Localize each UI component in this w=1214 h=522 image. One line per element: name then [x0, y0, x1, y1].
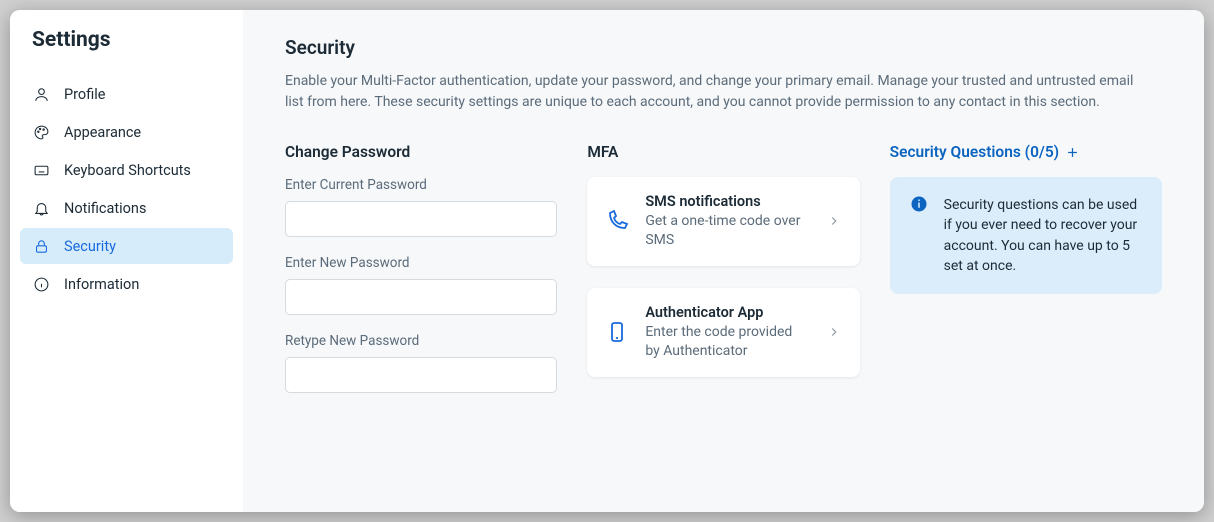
- bell-icon: [32, 199, 50, 217]
- phone-icon: [605, 209, 629, 233]
- sidebar-item-label: Security: [64, 238, 116, 255]
- mfa-auth-title: Authenticator App: [645, 304, 809, 321]
- sidebar-item-label: Appearance: [64, 124, 141, 141]
- mfa-column: MFA SMS notifications Get a one-time cod…: [587, 143, 859, 411]
- chevron-right-icon: [826, 324, 842, 340]
- sidebar-item-label: Information: [64, 276, 139, 293]
- new-password-group: Enter New Password: [285, 255, 557, 315]
- info-icon: [32, 275, 50, 293]
- security-questions-info-text: Security questions can be used if you ev…: [944, 195, 1142, 276]
- info-circle-icon: [910, 195, 928, 213]
- new-password-input[interactable]: [285, 279, 557, 315]
- sidebar-item-label: Profile: [64, 86, 105, 103]
- mfa-sms-title: SMS notifications: [645, 193, 809, 210]
- current-password-label: Enter Current Password: [285, 177, 557, 193]
- security-questions-heading-text: Security Questions (0/5): [890, 143, 1059, 161]
- sidebar-list: Profile Appearance Keyboard Shortcuts No…: [20, 76, 233, 302]
- mfa-authenticator-card[interactable]: Authenticator App Enter the code provide…: [587, 288, 859, 377]
- lock-icon: [32, 237, 50, 255]
- retype-password-input[interactable]: [285, 357, 557, 393]
- change-password-heading: Change Password: [285, 143, 557, 161]
- smartphone-icon: [605, 320, 629, 344]
- sidebar-item-keyboard[interactable]: Keyboard Shortcuts: [20, 152, 233, 188]
- security-questions-column: Security Questions (0/5) Security questi…: [890, 143, 1162, 411]
- mfa-auth-body: Authenticator App Enter the code provide…: [645, 304, 809, 361]
- security-questions-info: Security questions can be used if you ev…: [890, 177, 1162, 294]
- current-password-input[interactable]: [285, 201, 557, 237]
- page-description: Enable your Multi-Factor authentication,…: [285, 71, 1155, 113]
- sidebar-item-label: Keyboard Shortcuts: [64, 162, 191, 179]
- user-icon: [32, 85, 50, 103]
- mfa-sms-card[interactable]: SMS notifications Get a one-time code ov…: [587, 177, 859, 266]
- keyboard-icon: [32, 161, 50, 179]
- content-columns: Change Password Enter Current Password E…: [285, 143, 1162, 411]
- palette-icon: [32, 123, 50, 141]
- retype-password-label: Retype New Password: [285, 333, 557, 349]
- page-title: Security: [285, 36, 1162, 59]
- sidebar-item-appearance[interactable]: Appearance: [20, 114, 233, 150]
- new-password-label: Enter New Password: [285, 255, 557, 271]
- chevron-right-icon: [826, 213, 842, 229]
- sidebar-item-profile[interactable]: Profile: [20, 76, 233, 112]
- retype-password-group: Retype New Password: [285, 333, 557, 393]
- sidebar-item-information[interactable]: Information: [20, 266, 233, 302]
- mfa-sms-desc: Get a one-time code over SMS: [645, 212, 809, 250]
- mfa-heading: MFA: [587, 143, 859, 161]
- sidebar-item-notifications[interactable]: Notifications: [20, 190, 233, 226]
- sidebar: Settings Profile Appearance Keyboard Sho…: [10, 10, 243, 512]
- main-content: Security Enable your Multi-Factor authen…: [243, 10, 1204, 512]
- mfa-sms-body: SMS notifications Get a one-time code ov…: [645, 193, 809, 250]
- mfa-auth-desc: Enter the code provided by Authenticator: [645, 323, 809, 361]
- plus-icon: [1065, 145, 1080, 160]
- sidebar-item-security[interactable]: Security: [20, 228, 233, 264]
- settings-window: Settings Profile Appearance Keyboard Sho…: [10, 10, 1204, 512]
- sidebar-title: Settings: [32, 28, 233, 52]
- password-column: Change Password Enter Current Password E…: [285, 143, 557, 411]
- sidebar-item-label: Notifications: [64, 200, 146, 217]
- security-questions-heading[interactable]: Security Questions (0/5): [890, 143, 1162, 161]
- current-password-group: Enter Current Password: [285, 177, 557, 237]
